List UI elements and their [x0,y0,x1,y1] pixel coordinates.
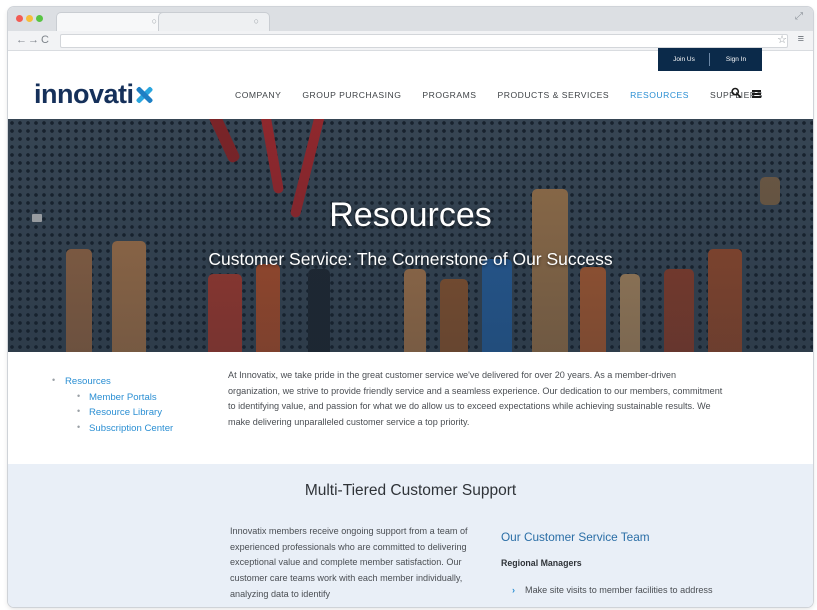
nav-item-products-services[interactable]: PRODUCTS & SERVICES [498,90,610,100]
minimize-window-button[interactable] [26,15,33,22]
resources-sidebar: Resources Member Portals Resource Librar… [52,375,173,434]
join-us-button[interactable]: Join Us [658,48,710,71]
chevron-right-icon: › [512,585,516,595]
support-section-title: Multi-Tiered Customer Support [304,482,517,499]
bookmark-star-icon[interactable]: ☆ [777,33,787,46]
hero-subtitle: Customer Service: The Cornerstone of Our… [208,249,613,269]
intro-paragraph: At Innovatix, we take pride in the great… [228,370,723,428]
browser-window: ○ ○ ⤢ ← → C ☆ ≡ Join Us Sign In innovati… [8,7,813,607]
reload-icon[interactable]: C [41,34,49,46]
hero-overlay [8,119,813,352]
forward-arrow-icon[interactable]: → [28,34,39,46]
sidebar-item-member-portals[interactable]: Member Portals [52,391,173,403]
nav-item-resources[interactable]: RESOURCES [630,90,689,100]
logo-text: innovati [34,79,134,109]
fullscreen-icon[interactable]: ⤢ [795,11,803,22]
main-navigation: COMPANY GROUP PURCHASING PROGRAMS PRODUC… [235,90,784,100]
sign-in-button[interactable]: Sign In [710,48,762,71]
browser-tab[interactable]: ○ [158,12,270,31]
maximize-window-button[interactable] [36,15,43,22]
nav-item-company[interactable]: COMPANY [235,90,281,100]
innovatix-logo[interactable]: innovati [34,79,153,110]
team-bullet-item: › Make site visits to member facilities … [512,583,742,599]
team-bullet-text: Make site visits to member facilities to… [525,585,713,595]
browser-tab[interactable]: ○ [56,12,168,31]
nav-item-programs[interactable]: PROGRAMS [422,90,476,100]
sidebar-item-resource-library[interactable]: Resource Library [52,406,173,418]
nav-item-group-purchasing[interactable]: GROUP PURCHASING [302,90,401,100]
hero-title: Resources [329,196,492,234]
address-bar[interactable] [60,34,788,48]
tab-close-icon[interactable]: ○ [254,16,259,26]
account-buttons: Join Us Sign In [658,48,762,71]
sidebar-item-resources[interactable]: Resources [52,375,173,387]
search-icon[interactable] [731,87,741,99]
team-subheading: Regional Managers [501,558,582,568]
team-heading: Our Customer Service Team [501,530,650,544]
browser-menu-icon[interactable]: ≡ [798,33,804,45]
sidebar-item-subscription-center[interactable]: Subscription Center [52,422,173,434]
close-window-button[interactable] [16,15,23,22]
browser-tab-strip: ○ ○ ⤢ [8,7,813,31]
support-paragraph: Innovatix members receive ongoing suppor… [230,526,468,599]
hero-banner: Resources Customer Service: The Cornerst… [8,119,813,352]
tab-close-icon[interactable]: ○ [152,16,157,26]
hamburger-icon[interactable] [752,90,761,98]
logo-x-mark [135,86,153,104]
back-arrow-icon[interactable]: ← [16,34,27,46]
